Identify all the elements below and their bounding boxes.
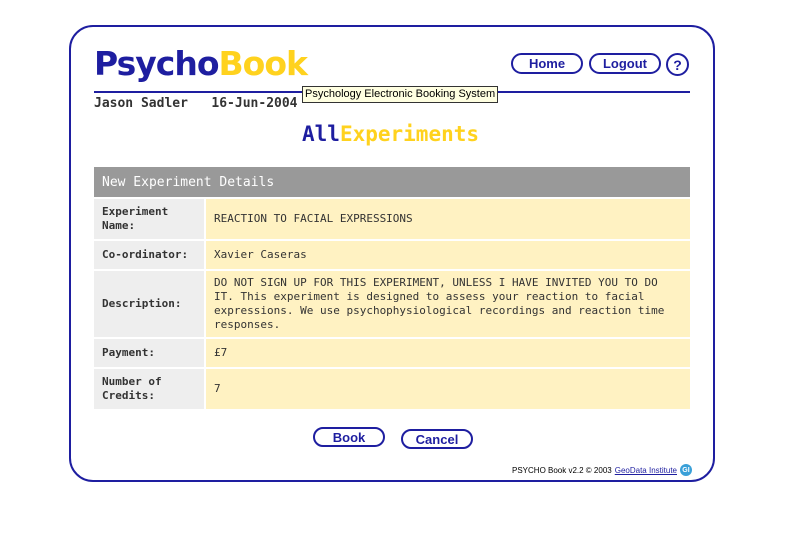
coordinator-value: Xavier Caseras xyxy=(205,240,690,271)
book-button[interactable]: Book xyxy=(313,427,385,447)
details-table-header: New Experiment Details xyxy=(94,167,690,199)
payment-label: Payment: xyxy=(94,338,206,369)
logo-psycho: Psycho xyxy=(94,44,219,83)
payment-value: £7 xyxy=(205,338,690,369)
table-row: Co-ordinator: Xavier Caseras xyxy=(94,240,690,271)
description-label: Description: xyxy=(94,270,206,339)
experiment-details-table: New Experiment Details Experiment Name: … xyxy=(94,167,690,411)
geodata-link[interactable]: GeoData Institute xyxy=(615,466,677,475)
cancel-button[interactable]: Cancel xyxy=(401,429,473,449)
table-row: Payment: £7 xyxy=(94,338,690,369)
logo-book: Book xyxy=(218,44,308,83)
table-row: Description: DO NOT SIGN UP FOR THIS EXP… xyxy=(94,270,690,339)
logout-button[interactable]: Logout xyxy=(589,53,661,74)
experiment-name-label: Experiment Name: xyxy=(94,198,206,241)
help-button[interactable]: ? xyxy=(666,53,689,76)
page-title: AllExperiments xyxy=(302,122,479,146)
table-row: Experiment Name: REACTION TO FACIAL EXPR… xyxy=(94,198,690,241)
current-date: 16-Jun-2004 xyxy=(211,96,298,111)
experiment-name-value: REACTION TO FACIAL EXPRESSIONS xyxy=(205,198,690,241)
user-info: Jason Sadler 16-Jun-2004 xyxy=(94,96,298,111)
psychobook-logo: PsychoBook xyxy=(94,44,308,84)
footer: PSYCHO Book v2.2 © 2003 GeoData Institut… xyxy=(512,464,692,476)
credits-value: 7 xyxy=(205,368,690,411)
description-value: DO NOT SIGN UP FOR THIS EXPERIMENT, UNLE… xyxy=(205,270,690,339)
footer-copyright: PSYCHO Book v2.2 © 2003 xyxy=(512,465,612,475)
table-row: Number of Credits: 7 xyxy=(94,368,690,411)
home-button[interactable]: Home xyxy=(511,53,583,74)
page-title-experiments: Experiments xyxy=(339,122,480,146)
credits-label: Number of Credits: xyxy=(94,368,206,411)
user-name: Jason Sadler xyxy=(94,96,188,111)
coordinator-label: Co-ordinator: xyxy=(94,240,206,271)
page-title-all: All xyxy=(302,122,340,146)
logo-tooltip: Psychology Electronic Booking System xyxy=(302,86,499,103)
geodata-icon: GI xyxy=(680,464,692,476)
